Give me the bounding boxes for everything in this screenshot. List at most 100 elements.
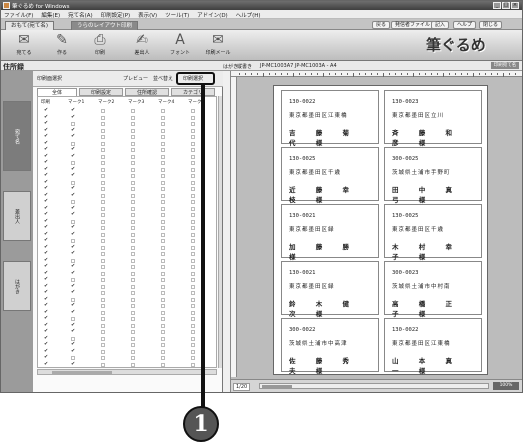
checkbox[interactable] (131, 187, 135, 191)
checkbox[interactable] (191, 206, 195, 211)
checkbox[interactable] (191, 122, 195, 126)
checkmark-icon[interactable]: ✔ (44, 322, 48, 328)
close-button[interactable]: 閉じる (479, 21, 503, 29)
checkbox[interactable] (101, 343, 105, 347)
checkbox[interactable] (131, 310, 135, 315)
table-row[interactable]: ✔ ✔ (38, 173, 216, 178)
checkbox[interactable] (71, 180, 75, 185)
table-row[interactable]: ✔ ✔ (38, 348, 216, 354)
checkbox[interactable] (101, 317, 105, 321)
checkmark-icon[interactable]: ✔ (44, 342, 48, 347)
maximize-icon[interactable]: □ (502, 2, 510, 9)
column-header[interactable]: マーク2 (98, 99, 114, 105)
table-row[interactable]: ✔ (38, 277, 216, 282)
checkbox[interactable] (191, 180, 195, 185)
checkbox[interactable] (131, 200, 135, 204)
table-row[interactable]: ✔ ✔ (38, 108, 216, 113)
zoom-button[interactable]: 100% (493, 382, 519, 390)
checkmark-icon[interactable]: ✔ (44, 257, 48, 263)
checkbox[interactable] (191, 154, 195, 159)
checkbox[interactable] (161, 265, 165, 269)
checkbox[interactable] (71, 200, 75, 204)
column-header[interactable]: マーク1 (68, 99, 84, 105)
checkmark-icon[interactable]: ✔ (71, 212, 75, 217)
sidebar-tab-sender[interactable]: 差出人 (3, 191, 31, 241)
checkbox[interactable] (191, 226, 195, 230)
checkbox[interactable] (131, 252, 135, 256)
checkbox[interactable] (161, 187, 165, 191)
checkbox[interactable] (161, 258, 165, 263)
table-row[interactable]: ✔ ✔ (38, 290, 216, 295)
checkbox[interactable] (191, 161, 195, 165)
checkmark-icon[interactable]: ✔ (44, 153, 48, 159)
checkbox[interactable] (101, 362, 105, 367)
checkbox[interactable] (101, 115, 105, 120)
checkbox[interactable] (131, 213, 135, 217)
address-label[interactable]: 130-0023 東京都墨田区立川斉 藤 和 彦 様 (384, 90, 482, 147)
table-row[interactable]: ✔ (38, 121, 216, 126)
checkbox[interactable] (101, 122, 105, 126)
scroll-thumb[interactable] (52, 371, 112, 374)
checkmark-icon[interactable]: ✔ (44, 270, 48, 276)
table-row[interactable]: ✔ ✔ (38, 166, 216, 172)
checkbox[interactable] (71, 317, 75, 321)
checkmark-icon[interactable]: ✔ (71, 322, 75, 328)
checkbox[interactable] (161, 154, 165, 159)
checkbox[interactable] (101, 226, 105, 230)
checkmark-icon[interactable]: ✔ (71, 303, 75, 308)
table-row[interactable]: ✔ ✔ (38, 251, 216, 256)
checkbox[interactable] (131, 245, 135, 250)
checkmark-icon[interactable]: ✔ (44, 114, 48, 120)
checkmark-icon[interactable]: ✔ (71, 114, 75, 120)
tab-all[interactable]: 全体 (37, 88, 77, 96)
checkbox[interactable] (161, 213, 165, 217)
checkbox[interactable] (161, 343, 165, 347)
checkmark-icon[interactable]: ✔ (44, 179, 48, 185)
table-row[interactable]: ✔ (38, 140, 216, 146)
checkbox[interactable] (101, 161, 105, 165)
tab-print-settings[interactable]: 印刷設定 (79, 88, 123, 96)
checkmark-icon[interactable]: ✔ (71, 264, 75, 269)
checkbox[interactable] (131, 128, 135, 133)
checkbox[interactable] (131, 154, 135, 159)
checkmark-icon[interactable]: ✔ (71, 290, 75, 295)
checkbox[interactable] (71, 336, 75, 341)
table-row[interactable]: ✔ (38, 218, 216, 224)
checkbox[interactable] (161, 362, 165, 367)
printer-name[interactable]: JP-MC1003A7 JP-MC1003A - A4 (260, 63, 337, 69)
checkbox[interactable] (161, 115, 165, 120)
checkbox[interactable] (101, 265, 105, 269)
checkbox[interactable] (71, 278, 75, 282)
checkbox[interactable] (161, 161, 165, 165)
checkmark-icon[interactable]: ✔ (71, 348, 75, 354)
checkbox[interactable] (131, 297, 135, 302)
checkbox[interactable] (191, 317, 195, 321)
checkmark-icon[interactable]: ✔ (71, 166, 75, 172)
tab-front-address[interactable]: おもて(宛て名) (5, 21, 55, 30)
table-row[interactable]: ✔ (38, 199, 216, 204)
checkbox[interactable] (101, 167, 105, 172)
checkbox[interactable] (101, 213, 105, 217)
checkbox[interactable] (191, 239, 195, 243)
checkbox[interactable] (191, 297, 195, 302)
table-row[interactable]: ✔ (38, 335, 216, 341)
checkbox[interactable] (131, 206, 135, 211)
table-row[interactable]: ✔ ✔ (38, 127, 216, 133)
checkbox[interactable] (191, 193, 195, 198)
checkbox[interactable] (131, 226, 135, 230)
checkmark-icon[interactable]: ✔ (44, 361, 48, 367)
checkbox[interactable] (191, 349, 195, 354)
checkbox[interactable] (161, 174, 165, 178)
checkbox[interactable] (191, 252, 195, 256)
checkbox[interactable] (131, 193, 135, 198)
checkbox[interactable] (101, 154, 105, 159)
address-label[interactable]: 130-0022 東京都墨田区江東橋吉 藤 菊 代 様 (281, 90, 379, 147)
checkbox[interactable] (161, 109, 165, 113)
checkbox[interactable] (161, 336, 165, 341)
checkmark-icon[interactable]: ✔ (71, 251, 75, 256)
checkmark-icon[interactable]: ✔ (71, 147, 75, 152)
checkmark-icon[interactable]: ✔ (44, 244, 48, 250)
checkbox[interactable] (101, 330, 105, 334)
checkbox[interactable] (191, 304, 195, 308)
checkbox[interactable] (131, 109, 135, 113)
